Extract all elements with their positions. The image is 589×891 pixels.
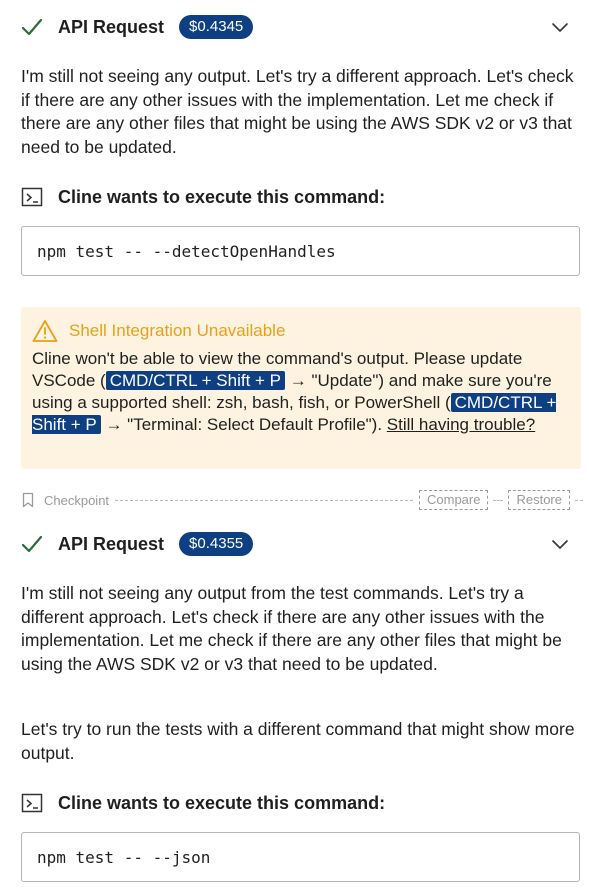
check-icon [21, 16, 43, 38]
restore-button[interactable]: Restore [508, 490, 570, 510]
message-text: I'm still not seeing any output. Let's t… [21, 66, 574, 157]
check-icon [21, 533, 43, 555]
warning-icon [32, 319, 58, 343]
command-header: Cline wants to execute this command: [21, 791, 385, 815]
command-title: Cline wants to execute this command: [58, 792, 386, 813]
still-having-trouble-link[interactable]: Still having trouble? [387, 415, 535, 434]
terminal-icon [21, 186, 43, 208]
command-title: Cline wants to execute this command: [58, 186, 386, 207]
warning-text: Cline won't be able to view the command'… [32, 348, 570, 436]
terminal-icon [21, 792, 43, 814]
cost-badge: $0.4345 [179, 15, 254, 39]
checkpoint-divider [115, 499, 413, 501]
command-header: Cline wants to execute this command: [21, 185, 385, 209]
checkpoint-divider [575, 499, 583, 501]
command-text: npm test -- --detectOpenHandles [37, 241, 336, 261]
message-text: Let's try to run the tests with a differ… [21, 719, 575, 763]
warning-title: Shell Integration Unavailable [69, 321, 286, 340]
shell-warning-box: Shell Integration Unavailable Cline won'… [21, 307, 581, 469]
command-text: npm test -- --json [37, 847, 211, 867]
warning-header: Shell Integration Unavailable [32, 319, 570, 343]
shortcut-badge: CMD/CTRL + Shift + P [105, 371, 286, 390]
checkpoint-divider [493, 499, 504, 501]
api-request-title: API Request [58, 533, 165, 554]
api-request-title: API Request [58, 16, 165, 37]
bookmark-icon [21, 492, 35, 508]
compare-button[interactable]: Compare [419, 490, 489, 510]
api-request-header-1[interactable]: API Request $0.4345 [21, 13, 581, 41]
warning-text-part: → "Terminal: Select Default Profile"). [100, 415, 387, 434]
checkpoint-label: Checkpoint [44, 492, 110, 508]
message-text: I'm still not seeing any output from the… [21, 583, 562, 674]
command-box[interactable]: npm test -- --detectOpenHandles [21, 226, 580, 276]
chevron-down-icon[interactable] [551, 18, 569, 36]
api-request-header-2[interactable]: API Request $0.4355 [21, 530, 581, 558]
checkpoint-row: Checkpoint Compare Restore [21, 489, 583, 511]
command-box[interactable]: npm test -- --json [21, 832, 580, 882]
chevron-down-icon[interactable] [551, 535, 569, 553]
cost-badge: $0.4355 [179, 532, 254, 556]
